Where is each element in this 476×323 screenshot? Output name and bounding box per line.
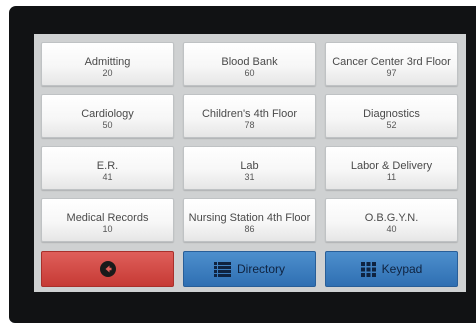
dept-number: 60 xyxy=(244,68,255,78)
directory-button[interactable]: Directory xyxy=(183,251,316,287)
dept-number: 50 xyxy=(102,120,113,130)
dept-tile-er[interactable]: E.R. 41 xyxy=(41,146,174,190)
directory-screen: Admitting 20 Blood Bank 60 Cancer Center… xyxy=(34,34,466,292)
dept-name: Cancer Center 3rd Floor xyxy=(332,56,451,68)
dept-tile-admitting[interactable]: Admitting 20 xyxy=(41,42,174,86)
dept-number: 11 xyxy=(386,172,397,182)
keypad-button[interactable]: Keypad xyxy=(325,251,458,287)
dept-tile-lab[interactable]: Lab 31 xyxy=(183,146,316,190)
dept-number: 86 xyxy=(244,224,255,234)
dept-number: 41 xyxy=(102,172,113,182)
dept-number: 78 xyxy=(244,120,255,130)
dept-name: Medical Records xyxy=(66,212,149,224)
dept-tile-blood-bank[interactable]: Blood Bank 60 xyxy=(183,42,316,86)
dept-name: Labor & Delivery xyxy=(350,160,433,172)
dept-number: 40 xyxy=(386,224,397,234)
dept-tile-childrens[interactable]: Children's 4th Floor 78 xyxy=(183,94,316,138)
dept-name: E.R. xyxy=(96,160,119,172)
dept-number: 31 xyxy=(244,172,255,182)
back-button[interactable] xyxy=(41,251,174,287)
dept-tile-diagnostics[interactable]: Diagnostics 52 xyxy=(325,94,458,138)
dept-tile-labor-delivery[interactable]: Labor & Delivery 11 xyxy=(325,146,458,190)
dept-tile-cancer-center[interactable]: Cancer Center 3rd Floor 97 xyxy=(325,42,458,86)
dept-tile-cardiology[interactable]: Cardiology 50 xyxy=(41,94,174,138)
back-arrow-icon xyxy=(99,261,116,277)
dept-name: Diagnostics xyxy=(363,108,420,120)
keypad-grid-icon xyxy=(360,261,376,277)
dept-number: 20 xyxy=(102,68,113,78)
dept-number: 10 xyxy=(102,224,113,234)
dept-tile-medical-records[interactable]: Medical Records 10 xyxy=(41,198,174,242)
dept-name: Nursing Station 4th Floor xyxy=(188,212,311,224)
dept-name: Children's 4th Floor xyxy=(201,108,298,120)
keypad-label: Keypad xyxy=(381,262,423,276)
dept-name: Cardiology xyxy=(81,108,134,120)
dept-name: Lab xyxy=(240,160,259,172)
dept-tile-nursing-station[interactable]: Nursing Station 4th Floor 86 xyxy=(183,198,316,242)
device-frame: Admitting 20 Blood Bank 60 Cancer Center… xyxy=(9,6,476,323)
directory-label: Directory xyxy=(236,262,285,276)
dept-number: 97 xyxy=(386,68,397,78)
dept-name: Blood Bank xyxy=(221,56,278,68)
dept-tile-obgyn[interactable]: O.B.G.Y.N. 40 xyxy=(325,198,458,242)
list-icon xyxy=(213,261,231,277)
dept-name: O.B.G.Y.N. xyxy=(364,212,419,224)
dept-name: Admitting xyxy=(84,56,131,68)
dept-number: 52 xyxy=(386,120,397,130)
